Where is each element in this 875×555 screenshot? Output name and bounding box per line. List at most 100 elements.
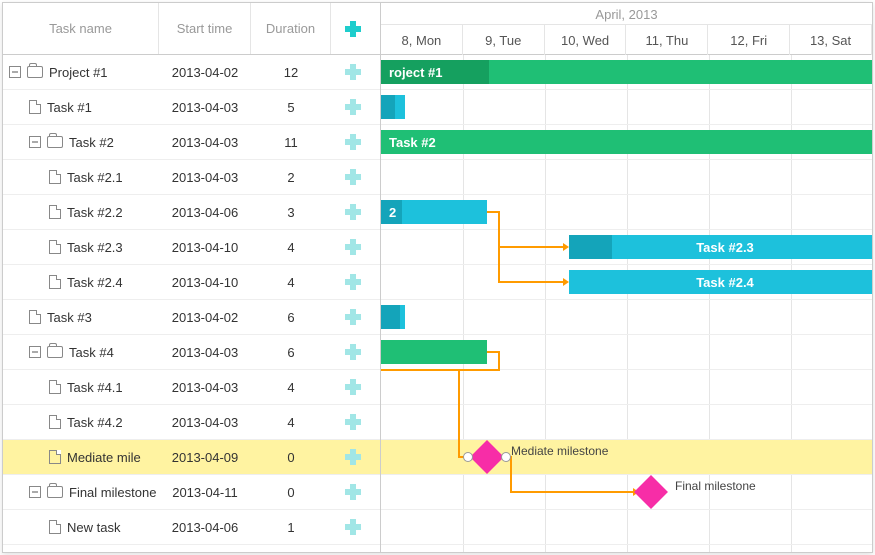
plus-icon	[345, 134, 361, 150]
day-cell: 8, Mon	[381, 25, 463, 55]
task-bar[interactable]: Task #2.4	[569, 270, 872, 294]
file-icon	[49, 450, 61, 464]
plus-icon	[345, 99, 361, 115]
col-header-add[interactable]	[331, 3, 375, 54]
duration-cell: 0	[251, 450, 331, 465]
table-row[interactable]: Task #2.12013-04-032	[3, 160, 380, 195]
start-cell: 2013-04-02	[159, 310, 251, 325]
duration-cell: 4	[251, 415, 331, 430]
timeline-row[interactable]	[381, 300, 872, 335]
folder-icon	[27, 66, 43, 78]
table-row[interactable]: Task #42013-04-036	[3, 335, 380, 370]
timeline-row[interactable]	[381, 405, 872, 440]
plus-icon	[345, 169, 361, 185]
col-header-duration[interactable]: Duration	[251, 3, 331, 54]
collapse-icon[interactable]	[29, 136, 41, 148]
table-row[interactable]: Task #2.32013-04-104	[3, 230, 380, 265]
task-label: Task #2.1	[67, 170, 123, 185]
timeline-days: 8, Mon9, Tue10, Wed11, Thu12, Fri13, Sat	[381, 25, 872, 55]
add-button[interactable]	[331, 414, 375, 430]
table-row[interactable]: Task #22013-04-0311	[3, 125, 380, 160]
table-row[interactable]: Task #32013-04-026	[3, 300, 380, 335]
start-cell: 2013-04-03	[159, 100, 251, 115]
timeline-row[interactable]	[381, 90, 872, 125]
timeline-row[interactable]	[381, 370, 872, 405]
plus-icon	[345, 449, 361, 465]
start-cell: 2013-04-10	[159, 240, 251, 255]
file-icon	[49, 415, 61, 429]
plus-icon	[345, 344, 361, 360]
add-button[interactable]	[331, 99, 375, 115]
folder-icon	[47, 346, 63, 358]
plus-icon	[345, 274, 361, 290]
link-handle[interactable]	[463, 452, 473, 462]
task-bar[interactable]	[381, 95, 405, 119]
table-row[interactable]: Final milestone2013-04-110	[3, 475, 380, 510]
add-button[interactable]	[331, 449, 375, 465]
grid-panel: Task name Start time Duration Project #1…	[3, 3, 381, 552]
table-row[interactable]: Mediate mile2013-04-090	[3, 440, 380, 475]
col-header-task[interactable]: Task name	[3, 3, 159, 54]
task-bar[interactable]: Task #2	[381, 130, 872, 154]
add-button[interactable]	[331, 309, 375, 325]
collapse-icon[interactable]	[9, 66, 21, 78]
table-row[interactable]: Task #4.22013-04-034	[3, 405, 380, 440]
timeline-row[interactable]	[381, 440, 872, 475]
task-bar[interactable]: Task #2.3	[569, 235, 872, 259]
gantt-chart: Task name Start time Duration Project #1…	[2, 2, 873, 553]
link-handle[interactable]	[501, 452, 511, 462]
timeline-panel: April, 2013 8, Mon9, Tue10, Wed11, Thu12…	[381, 3, 872, 552]
task-label: Task #4.1	[67, 380, 123, 395]
grid-header: Task name Start time Duration	[3, 3, 380, 55]
collapse-icon[interactable]	[29, 346, 41, 358]
add-button[interactable]	[331, 519, 375, 535]
task-bar[interactable]: roject #1	[381, 60, 872, 84]
add-button[interactable]	[331, 204, 375, 220]
timeline-body[interactable]: roject #1Task #22Task #2.3Task #2.4Media…	[381, 55, 872, 552]
start-cell: 2013-04-10	[159, 275, 251, 290]
duration-cell: 12	[251, 65, 331, 80]
start-cell: 2013-04-02	[159, 65, 251, 80]
plus-icon	[345, 379, 361, 395]
timeline-row[interactable]	[381, 160, 872, 195]
add-button[interactable]	[331, 379, 375, 395]
add-button[interactable]	[331, 274, 375, 290]
day-cell: 12, Fri	[708, 25, 790, 55]
file-icon	[49, 275, 61, 289]
table-row[interactable]: Task #12013-04-035	[3, 90, 380, 125]
timeline-row[interactable]	[381, 475, 872, 510]
table-row[interactable]: Task #2.22013-04-063	[3, 195, 380, 230]
table-row[interactable]: Task #4.12013-04-034	[3, 370, 380, 405]
start-cell: 2013-04-03	[159, 135, 251, 150]
task-bar[interactable]	[381, 340, 487, 364]
add-button[interactable]	[331, 169, 375, 185]
add-button[interactable]	[331, 64, 375, 80]
add-button[interactable]	[331, 344, 375, 360]
task-label: Task #4.2	[67, 415, 123, 430]
task-bar[interactable]: 2	[381, 200, 487, 224]
task-label: Final milestone	[69, 485, 156, 500]
plus-icon	[345, 204, 361, 220]
add-button[interactable]	[331, 134, 375, 150]
collapse-icon[interactable]	[29, 486, 41, 498]
timeline-month: April, 2013	[381, 3, 872, 25]
task-label: New task	[67, 520, 120, 535]
bar-label: Task #2	[389, 135, 436, 150]
col-header-start[interactable]: Start time	[159, 3, 251, 54]
add-button[interactable]	[331, 484, 375, 500]
file-icon	[49, 205, 61, 219]
day-cell: 10, Wed	[545, 25, 627, 55]
plus-icon	[345, 64, 361, 80]
start-cell: 2013-04-06	[159, 520, 251, 535]
add-button[interactable]	[331, 239, 375, 255]
table-row[interactable]: Task #2.42013-04-104	[3, 265, 380, 300]
duration-cell: 4	[251, 380, 331, 395]
start-cell: 2013-04-06	[159, 205, 251, 220]
task-bar[interactable]	[381, 305, 405, 329]
table-row[interactable]: Project #12013-04-0212	[3, 55, 380, 90]
duration-cell: 6	[251, 310, 331, 325]
table-row[interactable]: New task2013-04-061	[3, 510, 380, 545]
timeline-row[interactable]	[381, 510, 872, 545]
timeline-header: April, 2013 8, Mon9, Tue10, Wed11, Thu12…	[381, 3, 872, 55]
day-cell: 11, Thu	[626, 25, 708, 55]
